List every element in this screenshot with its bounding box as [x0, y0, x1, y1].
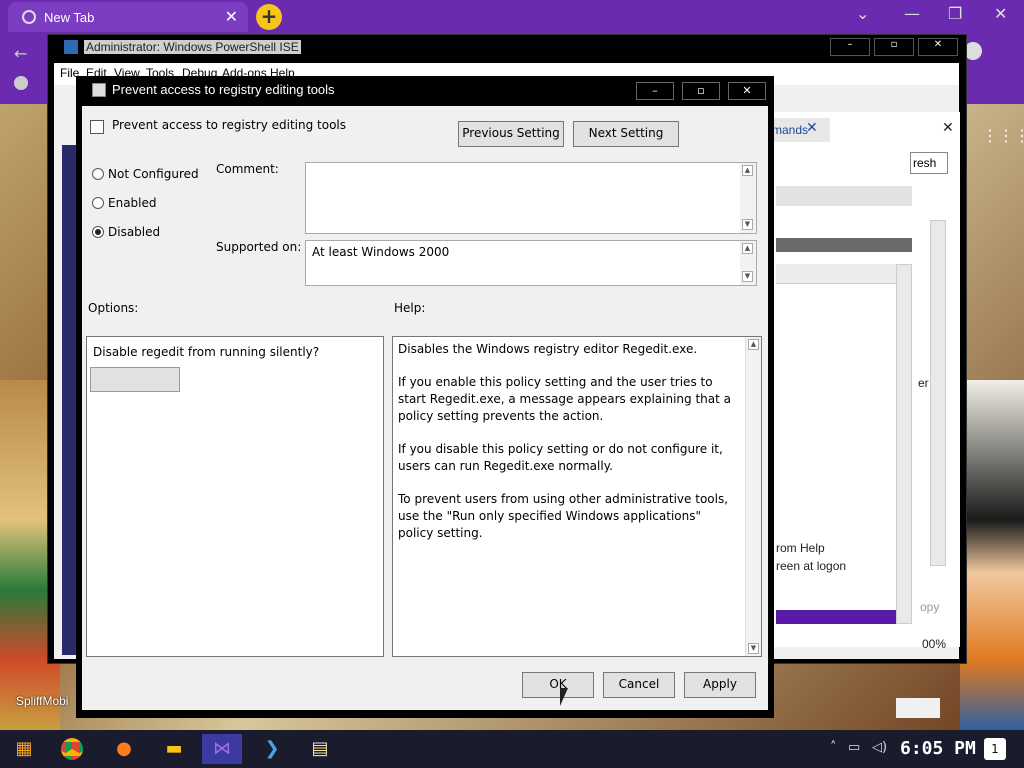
scroll-up-icon[interactable]: ▲: [748, 339, 759, 350]
radio-not-configured[interactable]: Not Configured: [92, 167, 199, 181]
panel-text-2: reen at logon: [776, 559, 847, 573]
previous-setting-button[interactable]: Previous Setting: [458, 121, 564, 147]
comment-label: Comment:: [216, 162, 279, 176]
tab-close-icon[interactable]: ✕: [225, 7, 238, 27]
ps-minimize-button[interactable]: –: [830, 38, 870, 56]
help-paragraph-2: If you enable this policy setting and th…: [398, 375, 731, 423]
browser-tab[interactable]: New Tab ✕: [8, 2, 248, 32]
back-icon[interactable]: ←: [14, 44, 27, 63]
window-close-icon[interactable]: ✕: [994, 4, 1007, 23]
comment-scrollbar[interactable]: ▲ ▼: [740, 163, 756, 233]
ps-titlebar: Administrator: Windows PowerShell ISE – …: [48, 35, 966, 61]
new-tab-button[interactable]: +: [256, 4, 282, 30]
dialog-body: Prevent access to registry editing tools…: [82, 106, 768, 710]
scroll-down-icon[interactable]: ▼: [748, 643, 759, 654]
tab-search-icon[interactable]: ⌄: [856, 4, 869, 23]
copy-button[interactable]: opy: [920, 600, 939, 614]
radio-enabled-label: Enabled: [108, 196, 157, 210]
scroll-up-icon[interactable]: ▲: [742, 165, 753, 176]
apps-grid-icon[interactable]: ⋮⋮⋮: [982, 126, 1024, 145]
ps-close-button[interactable]: ✕: [918, 38, 958, 56]
start-icon[interactable]: ▦: [8, 734, 40, 764]
radio-disabled[interactable]: Disabled: [92, 225, 160, 239]
notification-badge[interactable]: 1: [984, 738, 1006, 760]
panel-text-1: rom Help: [776, 541, 825, 555]
ok-button[interactable]: OK: [522, 672, 594, 698]
panel-highlight-bar: [776, 610, 896, 624]
options-checkbox-button[interactable]: [90, 367, 180, 392]
policy-icon: [92, 83, 106, 97]
apply-button[interactable]: Apply: [684, 672, 756, 698]
radio-enabled[interactable]: Enabled: [92, 196, 157, 210]
policy-dialog: Prevent access to registry editing tools…: [76, 76, 774, 718]
panel-strip: [776, 186, 912, 206]
radio-not-configured-indicator[interactable]: [92, 168, 104, 180]
ps-maximize-button[interactable]: ▫: [874, 38, 914, 56]
options-panel: Disable regedit from running silently?: [86, 336, 384, 657]
radio-enabled-indicator[interactable]: [92, 197, 104, 209]
supported-on-label: Supported on:: [216, 240, 302, 254]
ps-window-title: Administrator: Windows PowerShell ISE: [84, 40, 301, 54]
help-paragraph-4: To prevent users from using other admini…: [398, 492, 729, 540]
commands-close-icon[interactable]: ✕: [806, 120, 818, 136]
help-panel: Disables the Windows registry editor Reg…: [392, 336, 762, 657]
help-scrollbar[interactable]: ▲ ▼: [745, 337, 761, 656]
help-paragraph-3: If you disable this policy setting or do…: [398, 442, 723, 473]
cancel-button[interactable]: Cancel: [603, 672, 675, 698]
firefox-icon[interactable]: ●: [108, 734, 140, 764]
powershell-icon[interactable]: ❯: [256, 734, 288, 764]
dialog-maximize-button[interactable]: ▫: [682, 82, 720, 100]
network-icon[interactable]: ▭: [848, 740, 860, 755]
setting-icon: [90, 120, 104, 134]
setting-header: Prevent access to registry editing tools: [112, 118, 346, 132]
chrome-icon[interactable]: [56, 734, 88, 764]
volume-icon[interactable]: ◁): [872, 740, 887, 755]
zoom-level: 00%: [922, 637, 947, 651]
bookmark-icon[interactable]: [14, 76, 28, 90]
help-paragraph-1: Disables the Windows registry editor Reg…: [398, 342, 698, 356]
visual-studio-icon[interactable]: ⋈: [202, 734, 242, 764]
options-question: Disable regedit from running silently?: [93, 345, 320, 359]
taskbar: ▦ ● ▬ ⋈ ❯ ▤ ˄ ▭ ◁) 6:05 PM 1: [0, 730, 1024, 768]
status-icons: [896, 698, 940, 718]
chrome-tab-icon: [22, 10, 36, 24]
supported-on-field: At least Windows 2000: [305, 240, 757, 286]
panel-text-3: er: [918, 376, 929, 390]
help-label: Help:: [394, 301, 426, 315]
scroll-down-icon[interactable]: ▼: [742, 219, 753, 230]
next-setting-button[interactable]: Next Setting: [573, 121, 679, 147]
panel-selection-bar: [776, 238, 912, 252]
panel-scrollbar-2[interactable]: [930, 220, 946, 566]
radio-disabled-label: Disabled: [108, 225, 161, 239]
comment-field[interactable]: [305, 162, 757, 234]
powershell-icon: [64, 40, 78, 54]
options-label: Options:: [88, 301, 139, 315]
clock[interactable]: 6:05 PM: [900, 738, 976, 759]
panel-scrollbar[interactable]: [896, 264, 912, 624]
restore-icon[interactable]: ❐: [948, 4, 962, 23]
scroll-up-icon[interactable]: ▲: [742, 243, 753, 254]
refresh-button[interactable]: resh: [910, 152, 948, 174]
dialog-close-button[interactable]: ✕: [728, 82, 766, 100]
dialog-minimize-button[interactable]: –: [636, 82, 674, 100]
dialog-title: Prevent access to registry editing tools: [112, 82, 335, 97]
panel-close-icon[interactable]: ✕: [942, 120, 954, 136]
scroll-down-icon[interactable]: ▼: [742, 271, 753, 282]
radio-disabled-indicator[interactable]: [92, 226, 104, 238]
minimize-icon[interactable]: —: [904, 4, 920, 23]
mouse-cursor-icon: [560, 688, 574, 706]
supported-scrollbar[interactable]: ▲ ▼: [740, 241, 756, 285]
wallpaper-caption: SpliffMobi: [16, 694, 69, 708]
notepad-icon[interactable]: ▤: [304, 734, 336, 764]
commands-tab[interactable]: mands: [770, 118, 830, 142]
explorer-icon[interactable]: ▬: [158, 734, 190, 764]
tray-chevron-icon[interactable]: ˄: [830, 740, 837, 755]
tab-title: New Tab: [44, 10, 95, 25]
radio-not-configured-label: Not Configured: [108, 167, 199, 181]
dialog-titlebar: Prevent access to registry editing tools…: [76, 76, 774, 104]
panel-list-header: [776, 264, 896, 284]
wallpaper-art-right: [960, 380, 1024, 730]
